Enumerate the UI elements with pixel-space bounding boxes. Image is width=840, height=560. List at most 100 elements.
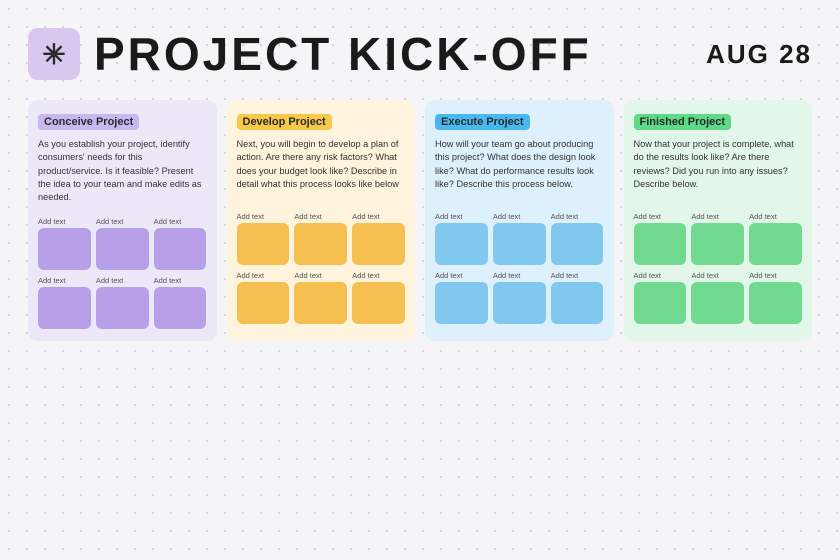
card-box xyxy=(237,223,290,265)
cards-row-execute-0: Add text Add text Add text xyxy=(435,212,604,265)
card-box xyxy=(493,223,546,265)
card-box xyxy=(749,282,802,324)
list-item[interactable]: Add text xyxy=(352,212,405,265)
card-box xyxy=(38,228,91,270)
card-label: Add text xyxy=(352,212,405,221)
card-box xyxy=(493,282,546,324)
list-item[interactable]: Add text xyxy=(96,276,149,329)
card-label: Add text xyxy=(749,271,802,280)
card-label: Add text xyxy=(294,212,347,221)
card-label: Add text xyxy=(352,271,405,280)
list-item[interactable]: Add text xyxy=(634,212,687,265)
card-box xyxy=(352,223,405,265)
card-box xyxy=(435,223,488,265)
card-label: Add text xyxy=(96,276,149,285)
cards-row-finished-1: Add text Add text Add text xyxy=(634,271,803,324)
card-box xyxy=(435,282,488,324)
list-item[interactable]: Add text xyxy=(237,271,290,324)
card-box xyxy=(634,282,687,324)
list-item[interactable]: Add text xyxy=(435,271,488,324)
cards-row-execute-1: Add text Add text Add text xyxy=(435,271,604,324)
columns-container: Conceive Project As you establish your pr… xyxy=(28,100,812,341)
card-label: Add text xyxy=(551,212,604,221)
card-label: Add text xyxy=(493,271,546,280)
cards-row-conceive-1: Add text Add text Add text xyxy=(38,276,207,329)
header: ✳ PROJECT KICK-OFF AUG 28 xyxy=(28,28,812,80)
card-box xyxy=(551,223,604,265)
card-box xyxy=(294,282,347,324)
list-item[interactable]: Add text xyxy=(237,212,290,265)
card-box xyxy=(691,282,744,324)
list-item[interactable]: Add text xyxy=(38,276,91,329)
list-item[interactable]: Add text xyxy=(493,212,546,265)
cards-row-develop-1: Add text Add text Add text xyxy=(237,271,406,324)
card-label: Add text xyxy=(154,217,207,226)
card-label: Add text xyxy=(551,271,604,280)
page: ✳ PROJECT KICK-OFF AUG 28 Conceive Proje… xyxy=(0,0,840,361)
list-item[interactable]: Add text xyxy=(154,217,207,270)
list-item[interactable]: Add text xyxy=(749,271,802,324)
card-label: Add text xyxy=(96,217,149,226)
card-box xyxy=(352,282,405,324)
card-label: Add text xyxy=(435,271,488,280)
list-item[interactable]: Add text xyxy=(691,271,744,324)
card-label: Add text xyxy=(237,212,290,221)
list-item[interactable]: Add text xyxy=(749,212,802,265)
card-box xyxy=(154,287,207,329)
card-box xyxy=(96,287,149,329)
cards-section-conceive: Add textAdd textAdd textAdd textAdd text… xyxy=(38,217,207,329)
cards-row-conceive-0: Add text Add text Add text xyxy=(38,217,207,270)
list-item[interactable]: Add text xyxy=(551,212,604,265)
card-box xyxy=(551,282,604,324)
col-description-conceive: As you establish your project, identify … xyxy=(38,138,207,205)
date-label: AUG 28 xyxy=(706,39,812,70)
card-label: Add text xyxy=(691,212,744,221)
cards-row-finished-0: Add text Add text Add text xyxy=(634,212,803,265)
card-label: Add text xyxy=(691,271,744,280)
col-description-finished: Now that your project is complete, what … xyxy=(634,138,803,200)
list-item[interactable]: Add text xyxy=(435,212,488,265)
card-label: Add text xyxy=(493,212,546,221)
card-box xyxy=(154,228,207,270)
list-item[interactable]: Add text xyxy=(294,212,347,265)
cards-section-execute: Add textAdd textAdd textAdd textAdd text… xyxy=(435,212,604,324)
header-left: ✳ PROJECT KICK-OFF xyxy=(28,28,592,80)
star-icon: ✳ xyxy=(28,28,80,80)
card-label: Add text xyxy=(154,276,207,285)
card-label: Add text xyxy=(237,271,290,280)
list-item[interactable]: Add text xyxy=(154,276,207,329)
card-box xyxy=(96,228,149,270)
col-description-execute: How will your team go about producing th… xyxy=(435,138,604,200)
card-label: Add text xyxy=(634,212,687,221)
list-item[interactable]: Add text xyxy=(551,271,604,324)
list-item[interactable]: Add text xyxy=(352,271,405,324)
card-label: Add text xyxy=(749,212,802,221)
column-develop: Develop Project Next, you will begin to d… xyxy=(227,100,416,341)
card-label: Add text xyxy=(38,276,91,285)
card-box xyxy=(294,223,347,265)
card-box xyxy=(634,223,687,265)
list-item[interactable]: Add text xyxy=(493,271,546,324)
cards-section-finished: Add textAdd textAdd textAdd textAdd text… xyxy=(634,212,803,324)
column-finished: Finished Project Now that your project is… xyxy=(624,100,813,341)
col-header-conceive: Conceive Project xyxy=(38,114,139,130)
card-box xyxy=(749,223,802,265)
card-box xyxy=(38,287,91,329)
column-execute: Execute ProjectHow will your team go abo… xyxy=(425,100,614,341)
list-item[interactable]: Add text xyxy=(294,271,347,324)
col-header-develop: Develop Project xyxy=(237,114,332,130)
list-item[interactable]: Add text xyxy=(38,217,91,270)
card-label: Add text xyxy=(38,217,91,226)
col-header-finished: Finished Project xyxy=(634,114,732,130)
list-item[interactable]: Add text xyxy=(96,217,149,270)
card-label: Add text xyxy=(294,271,347,280)
card-label: Add text xyxy=(435,212,488,221)
cards-row-develop-0: Add text Add text Add text xyxy=(237,212,406,265)
column-conceive: Conceive Project As you establish your pr… xyxy=(28,100,217,341)
list-item[interactable]: Add text xyxy=(691,212,744,265)
card-label: Add text xyxy=(634,271,687,280)
col-description-develop: Next, you will begin to develop a plan o… xyxy=(237,138,406,200)
cards-section-develop: Add textAdd textAdd textAdd textAdd text… xyxy=(237,212,406,324)
card-box xyxy=(237,282,290,324)
list-item[interactable]: Add text xyxy=(634,271,687,324)
